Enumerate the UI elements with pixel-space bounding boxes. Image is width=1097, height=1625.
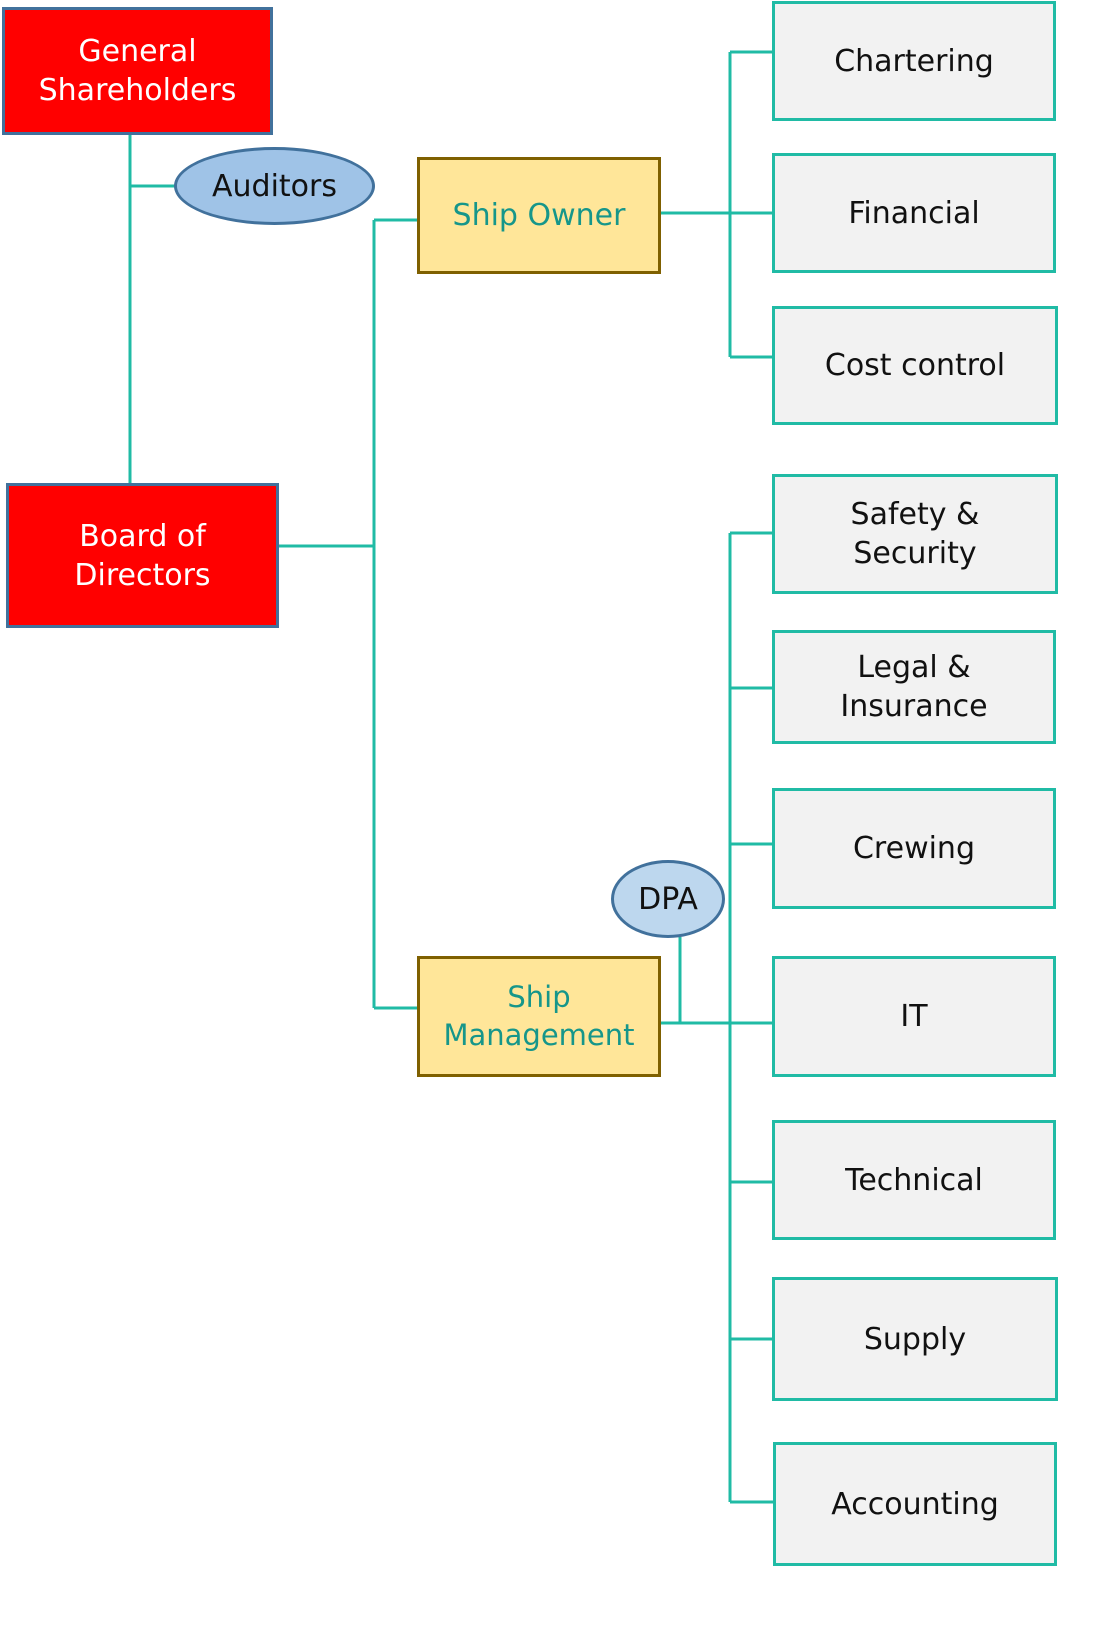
dept-accounting: Accounting <box>773 1442 1057 1566</box>
dept-label: Financial <box>848 195 980 231</box>
dept-chartering: Chartering <box>772 1 1056 121</box>
node-auditors: Auditors <box>174 147 375 225</box>
dept-it: IT <box>772 956 1056 1077</box>
dept-label: Safety & Security <box>850 497 980 571</box>
dept-financial: Financial <box>772 153 1056 273</box>
dept-label: Crewing <box>852 831 975 866</box>
dept-safety-security: Safety & Security <box>772 474 1058 594</box>
dept-technical: Technical <box>772 1120 1056 1240</box>
node-general-shareholders: General Shareholders <box>2 7 273 135</box>
dept-label: IT <box>900 999 928 1034</box>
node-dpa: DPA <box>611 860 725 938</box>
dept-label: Legal & Insurance <box>840 650 988 724</box>
node-label: Ship Management <box>443 979 635 1052</box>
node-ship-owner: Ship Owner <box>417 157 661 274</box>
dept-label: Technical <box>845 1162 983 1198</box>
dept-label: Cost control <box>824 348 1006 383</box>
dept-cost-control: Cost control <box>772 306 1058 425</box>
dept-label: Supply <box>863 1321 967 1357</box>
dept-label: Chartering <box>834 43 994 79</box>
node-board-of-directors: Board of Directors <box>6 483 279 628</box>
node-label: Auditors <box>212 168 337 204</box>
node-ship-management: Ship Management <box>417 956 661 1077</box>
dept-legal-insurance: Legal & Insurance <box>772 630 1056 744</box>
node-label: General Shareholders <box>38 34 237 108</box>
dept-label: Accounting <box>831 1486 999 1522</box>
node-label: Ship Owner <box>452 198 626 233</box>
dept-supply: Supply <box>772 1277 1058 1401</box>
dept-crewing: Crewing <box>772 788 1056 909</box>
org-chart: General Shareholders Auditors Board of D… <box>0 0 1097 1625</box>
node-label: DPA <box>638 881 698 917</box>
node-label: Board of Directors <box>74 518 211 593</box>
